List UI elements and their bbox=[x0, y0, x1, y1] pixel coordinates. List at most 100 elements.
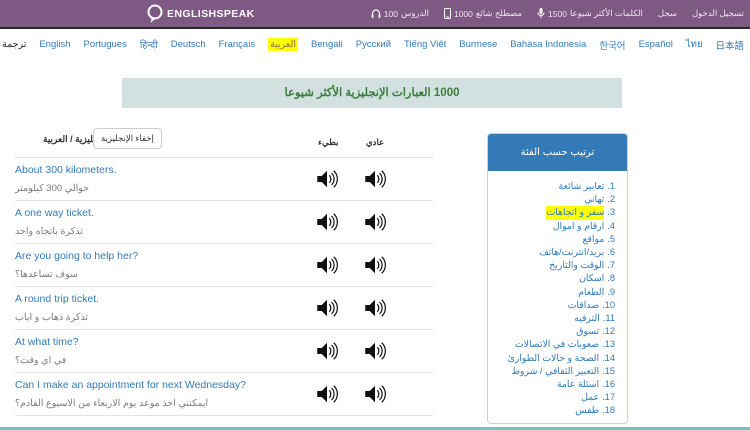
translate-label: ترجمة bbox=[2, 39, 26, 50]
category-item: 17.عمل bbox=[492, 391, 615, 404]
lang-deutsch[interactable]: Deutsch bbox=[171, 39, 206, 50]
speaker-icon bbox=[315, 339, 339, 363]
language-bar: ترجمة English Portugues हिन्दी Deutsch F… bbox=[0, 27, 750, 60]
play-normal-button[interactable] bbox=[362, 253, 388, 279]
phrase-row: Are you going to help her? سوف تساعدها؟ bbox=[15, 244, 433, 287]
lang-thai[interactable]: ไทย bbox=[686, 37, 703, 52]
category-link[interactable]: مواقع bbox=[582, 233, 604, 246]
lessons-link[interactable]: الدروس 100 bbox=[371, 8, 429, 19]
category-link[interactable]: الوقت والتاريخ bbox=[549, 259, 604, 272]
category-link[interactable]: طقس bbox=[575, 404, 599, 417]
category-link[interactable]: الترفيه bbox=[574, 312, 600, 325]
phrase-row: Can I make an appointment for next Wedne… bbox=[15, 373, 433, 416]
header-nav: تسجيل الدخول سجل الكلمات الأكثر شيوعا 15… bbox=[371, 0, 744, 27]
play-normal-button[interactable] bbox=[362, 296, 388, 322]
play-slow-button[interactable] bbox=[314, 296, 340, 322]
category-link[interactable]: تعابير شائعة bbox=[559, 180, 605, 193]
phrase-row: About 300 kilometers. حوالي 300 كيلومتر bbox=[15, 158, 433, 201]
category-item: 10.صداقات bbox=[492, 299, 615, 312]
category-link[interactable]: ارقام و اموال bbox=[553, 220, 604, 233]
category-item: 6.بريد/انترنت/هاتف bbox=[492, 246, 615, 259]
category-item: 16.اسئلة عامة bbox=[492, 378, 615, 391]
hide-english-button[interactable]: إخفاء الإنجليزية bbox=[93, 128, 162, 149]
lang-vietnamese[interactable]: Tiếng Việt bbox=[404, 39, 446, 50]
category-link-active[interactable]: سفر و اتجاهات bbox=[546, 206, 604, 219]
category-link[interactable]: الصحة و حالات الطوارئ bbox=[508, 352, 600, 365]
phrase-table-header: الإنجليزية / العربية إخفاء الإنجليزية بط… bbox=[15, 126, 433, 158]
speaker-icon bbox=[363, 253, 387, 277]
lang-english[interactable]: English bbox=[39, 39, 70, 50]
lang-japanese[interactable]: 日本語 bbox=[716, 38, 745, 52]
category-link[interactable]: صداقات bbox=[568, 299, 599, 312]
site-logo[interactable]: ENGLISHSPEAK bbox=[145, 3, 255, 25]
category-link[interactable]: بريد/انترنت/هاتف bbox=[539, 246, 604, 259]
phrase-link[interactable]: A round trip ticket. bbox=[15, 293, 99, 305]
register-link[interactable]: سجل bbox=[658, 8, 677, 19]
lang-korean[interactable]: 한국어 bbox=[599, 38, 625, 52]
lang-espanol[interactable]: Español bbox=[639, 39, 673, 50]
common-words-label: الكلمات الأكثر شيوعا bbox=[570, 8, 643, 19]
category-number: 6. bbox=[607, 246, 615, 259]
lang-indonesian[interactable]: Bahasa Indonesia bbox=[510, 39, 586, 50]
category-link[interactable]: اسكان bbox=[579, 272, 604, 285]
phrase-row: A one way ticket. تذكرة باتجاه واحد bbox=[15, 201, 433, 244]
category-list: 1.تعابير شائعة 2.تهاني 3.سفر و اتجاهات 4… bbox=[488, 171, 627, 418]
common-words-count: 1500 bbox=[548, 9, 567, 19]
category-number: 2. bbox=[607, 193, 615, 206]
column-header-slow: بطيء bbox=[318, 137, 338, 148]
lang-francais[interactable]: Français bbox=[219, 39, 255, 50]
common-words-link[interactable]: الكلمات الأكثر شيوعا 1500 bbox=[537, 8, 643, 19]
phrase-row: At what time? في اي وقت؟ bbox=[15, 330, 433, 373]
play-normal-button[interactable] bbox=[362, 339, 388, 365]
phrase-link[interactable]: About 300 kilometers. bbox=[15, 164, 117, 176]
play-normal-button[interactable] bbox=[362, 167, 388, 193]
category-number: 7. bbox=[607, 259, 615, 272]
lang-russian[interactable]: Русский bbox=[356, 39, 391, 50]
play-slow-button[interactable] bbox=[314, 253, 340, 279]
category-link[interactable]: التعبير الثقافي / شروط bbox=[511, 365, 599, 378]
phrase-link[interactable]: At what time? bbox=[15, 336, 79, 348]
category-number: 16. bbox=[602, 378, 615, 391]
play-slow-button[interactable] bbox=[314, 167, 340, 193]
phrase-table: الإنجليزية / العربية إخفاء الإنجليزية بط… bbox=[15, 126, 433, 416]
category-item: 8.اسكان bbox=[492, 272, 615, 285]
category-link[interactable]: صعوبات في الاتصالات bbox=[515, 338, 599, 351]
category-link[interactable]: اسئلة عامة bbox=[557, 378, 599, 391]
speaker-icon bbox=[315, 296, 339, 320]
category-link[interactable]: تسوق bbox=[576, 325, 599, 338]
logo-text: ENGLISHSPEAK bbox=[167, 8, 255, 20]
play-slow-button[interactable] bbox=[314, 210, 340, 236]
category-item: 13.صعوبات في الاتصالات bbox=[492, 338, 615, 351]
category-link[interactable]: الطعام bbox=[578, 286, 604, 299]
category-item: 3.سفر و اتجاهات bbox=[492, 206, 615, 219]
category-item: 2.تهاني bbox=[492, 193, 615, 206]
lang-bengali[interactable]: Bengali bbox=[311, 39, 343, 50]
speaker-icon bbox=[315, 210, 339, 234]
lang-arabic-active[interactable]: العربية bbox=[268, 38, 298, 51]
category-link[interactable]: عمل bbox=[581, 391, 599, 404]
play-slow-button[interactable] bbox=[314, 382, 340, 408]
phrase-link[interactable]: Are you going to help her? bbox=[15, 250, 138, 262]
register-label: سجل bbox=[658, 8, 677, 19]
category-number: 15. bbox=[602, 365, 615, 378]
lessons-count: 100 bbox=[384, 9, 398, 19]
play-normal-button[interactable] bbox=[362, 210, 388, 236]
page-title: 1000 العبارات الإنجليزية الأكثر شيوعا bbox=[122, 78, 622, 108]
phrase-link[interactable]: Can I make an appointment for next Wedne… bbox=[15, 379, 246, 391]
play-normal-button[interactable] bbox=[362, 382, 388, 408]
lang-portugues[interactable]: Portugues bbox=[84, 39, 127, 50]
category-panel-title: ترتيب حسب الفئة bbox=[488, 134, 627, 171]
lessons-label: الدروس bbox=[401, 8, 429, 19]
lang-burmese[interactable]: Burmese bbox=[459, 39, 497, 50]
common-phrases-link[interactable]: مصطلح شائع 1000 bbox=[444, 8, 522, 19]
lang-hindi[interactable]: हिन्दी bbox=[140, 38, 158, 51]
speaker-icon bbox=[315, 253, 339, 277]
category-number: 11. bbox=[603, 312, 615, 325]
category-link[interactable]: تهاني bbox=[584, 193, 604, 206]
category-number: 3. bbox=[607, 206, 615, 219]
play-slow-button[interactable] bbox=[314, 339, 340, 365]
login-link[interactable]: تسجيل الدخول bbox=[692, 8, 744, 19]
category-item: 15.التعبير الثقافي / شروط bbox=[492, 365, 615, 378]
category-number: 10. bbox=[602, 299, 615, 312]
phrase-link[interactable]: A one way ticket. bbox=[15, 207, 94, 219]
